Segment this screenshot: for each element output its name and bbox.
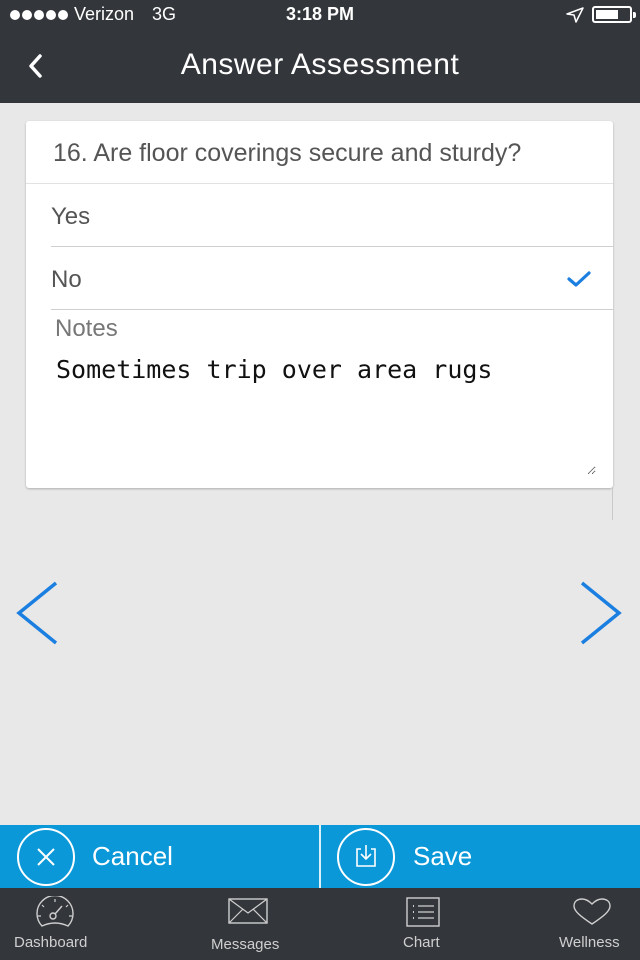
- tab-bar: Dashboard Messages Chart Wellness: [0, 888, 640, 960]
- tab-label: Messages: [211, 936, 280, 953]
- answer-option-no[interactable]: No: [51, 247, 613, 310]
- speedometer-icon: [36, 896, 74, 927]
- question-card: 16. Are floor coverings secure and sturd…: [26, 121, 613, 488]
- envelope-icon: [228, 898, 268, 924]
- tab-label: Chart: [403, 934, 440, 951]
- tab-label: Dashboard: [14, 934, 88, 951]
- location-arrow-icon: [566, 6, 584, 23]
- answer-option-label: No: [51, 266, 82, 293]
- answer-option-yes[interactable]: Yes: [51, 184, 613, 247]
- battery-icon: [592, 6, 636, 23]
- nav-bar: Answer Assessment: [0, 30, 640, 103]
- tab-messages[interactable]: Messages: [200, 888, 300, 960]
- status-right: [566, 6, 636, 23]
- save-label: Save: [413, 841, 473, 871]
- tab-wellness[interactable]: Wellness: [550, 888, 640, 960]
- status-bar: Verizon 3G 3:18 PM: [0, 0, 640, 30]
- list-icon: [406, 897, 440, 927]
- close-icon: [37, 848, 55, 866]
- battery-fill: [596, 10, 619, 19]
- checkmark-icon: [567, 271, 591, 287]
- save-circle-icon: [337, 828, 395, 886]
- tab-chart[interactable]: Chart: [390, 888, 460, 960]
- save-button[interactable]: Save: [321, 825, 640, 888]
- next-question-button[interactable]: [578, 580, 624, 646]
- tab-label: Wellness: [559, 934, 620, 951]
- status-time: 3:18 PM: [285, 4, 355, 24]
- chevron-left-icon: [16, 581, 58, 645]
- page-title: Answer Assessment: [180, 48, 460, 81]
- cancel-circle-icon: [17, 828, 75, 886]
- download-tray-icon: [356, 845, 376, 867]
- action-bar: Cancel Save: [0, 825, 640, 888]
- notes-input[interactable]: Sometimes trip over area rugs: [56, 355, 596, 475]
- question-text: 16. Are floor coverings secure and sturd…: [53, 139, 522, 167]
- cancel-button[interactable]: Cancel: [0, 825, 319, 888]
- answer-option-label: Yes: [51, 203, 91, 230]
- chevron-right-icon: [580, 581, 622, 645]
- previous-question-button[interactable]: [14, 580, 60, 646]
- heart-icon: [573, 898, 611, 925]
- tab-dashboard[interactable]: Dashboard: [0, 888, 110, 960]
- notes-label: Notes: [55, 315, 118, 342]
- cancel-label: Cancel: [92, 841, 173, 871]
- scroll-indicator: [612, 488, 613, 520]
